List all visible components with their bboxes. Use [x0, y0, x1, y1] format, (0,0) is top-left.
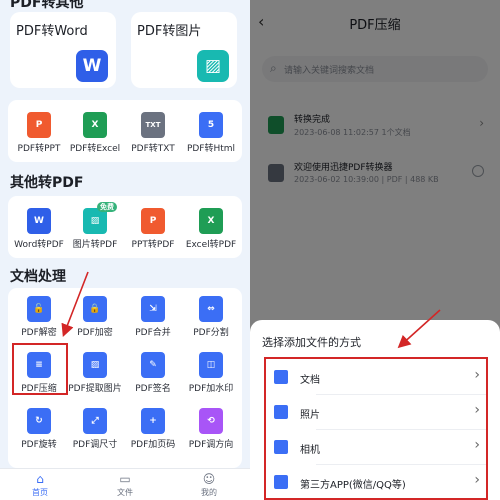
section-title-other-to-pdf: 其他转PDF: [10, 175, 84, 191]
tile-label: PDF合并: [135, 328, 171, 338]
ppt-icon: P: [27, 112, 51, 138]
tile-label: PDF加水印: [188, 384, 234, 394]
tab-home[interactable]: ⌂ 首页: [15, 472, 65, 498]
pdf-to-excel-tile[interactable]: X PDF转Excel: [64, 112, 126, 154]
sheet-title: 选择添加文件的方式: [262, 336, 361, 349]
page-number-icon: +: [141, 408, 165, 434]
pdf-to-txt-tile[interactable]: TXT PDF转TXT: [122, 112, 184, 154]
word-icon: W: [76, 50, 108, 82]
excel-icon: X: [83, 112, 107, 138]
other-to-pdf-panel: W Word转PDF ▨ 免费 图片转PDF P PPT转PDF X Excel…: [8, 196, 242, 258]
tile-label: PPT转PDF: [131, 240, 175, 250]
ppt-icon: P: [141, 208, 165, 234]
tile-label: PDF加密: [77, 328, 113, 338]
resize-icon: ⤢: [83, 408, 107, 434]
section-title-pdf-to-other: PDF转其他: [10, 0, 84, 11]
free-badge: 免费: [97, 202, 117, 212]
tile-label: Excel转PDF: [185, 240, 237, 250]
excel-to-pdf-tile[interactable]: X Excel转PDF: [180, 208, 242, 250]
image-icon-glyph: ▨: [90, 216, 100, 226]
pdf-to-ppt-tile[interactable]: P PDF转PPT: [8, 112, 70, 154]
extract-image-icon: ▨: [83, 352, 107, 378]
compress-highlight-box: [12, 343, 68, 395]
word-icon: W: [27, 208, 51, 234]
tile-label: PDF转TXT: [131, 144, 175, 154]
image-icon: ▨ 免费: [83, 202, 117, 234]
tile-label: PDF调尺寸: [72, 440, 118, 450]
excel-icon: X: [199, 208, 223, 234]
card-label: PDF转Word: [16, 24, 88, 39]
inbox-icon: ▭: [119, 472, 131, 486]
tab-label: 我的: [201, 488, 217, 497]
txt-icon: TXT: [141, 112, 165, 138]
merge-icon: ⇲: [141, 296, 165, 322]
tile-label: Word转PDF: [14, 240, 64, 250]
word-to-pdf-tile[interactable]: W Word转PDF: [8, 208, 70, 250]
tile-label: PDF转PPT: [17, 144, 61, 154]
card-label: PDF转图片: [137, 24, 202, 39]
lock-icon: 🔒: [83, 296, 107, 322]
image-icon: ▨: [197, 50, 229, 82]
options-highlight-box: [264, 357, 488, 500]
compress-screen: ‹ PDF压缩 ⌕ 请输入关键词搜索文档 转换完成 2023-06-08 11:…: [250, 0, 500, 500]
tile-label: PDF加页码: [130, 440, 176, 450]
convert-panel: P PDF转PPT X PDF转Excel TXT PDF转TXT 5 PDF转…: [8, 100, 242, 162]
tile-label: PDF提取图片: [68, 384, 122, 394]
rotate-icon: ↻: [27, 408, 51, 434]
tile-label: PDF转Html: [186, 144, 236, 154]
section-title-doc-processing: 文档处理: [10, 269, 66, 285]
pdf-rotate-tile[interactable]: ↻ PDF旋转: [8, 408, 70, 450]
tile-label: PDF解密: [21, 328, 57, 338]
html-icon: 5: [199, 112, 223, 138]
pdf-page-number-tile[interactable]: + PDF加页码: [122, 408, 184, 450]
pdf-encrypt-tile[interactable]: 🔒 PDF加密: [64, 296, 126, 338]
pdf-merge-tile[interactable]: ⇲ PDF合并: [122, 296, 184, 338]
bottom-tab-bar: ⌂ 首页 ▭ 文件 ☺ 我的: [0, 468, 250, 500]
pdf-resize-tile[interactable]: ⤢ PDF调尺寸: [64, 408, 126, 450]
pdf-orientation-tile[interactable]: ⟲ PDF调方向: [180, 408, 242, 450]
pdf-to-word-card[interactable]: PDF转Word W: [10, 12, 116, 88]
tile-label: PDF分割: [193, 328, 229, 338]
tab-label: 文件: [117, 488, 133, 497]
tile-label: PDF旋转: [21, 440, 57, 450]
tile-label: PDF调方向: [188, 440, 234, 450]
image-to-pdf-tile[interactable]: ▨ 免费 图片转PDF: [64, 202, 126, 250]
pdf-decrypt-tile[interactable]: 🔓 PDF解密: [8, 296, 70, 338]
pdf-extract-image-tile[interactable]: ▨ PDF提取图片: [64, 352, 126, 394]
tab-files[interactable]: ▭ 文件: [100, 472, 150, 498]
pdf-to-html-tile[interactable]: 5 PDF转Html: [180, 112, 242, 154]
tile-label: 图片转PDF: [72, 240, 118, 250]
unlock-icon: 🔓: [27, 296, 51, 322]
pdf-split-tile[interactable]: ⇔ PDF分割: [180, 296, 242, 338]
split-icon: ⇔: [199, 296, 223, 322]
ppt-to-pdf-tile[interactable]: P PPT转PDF: [122, 208, 184, 250]
tile-label: PDF签名: [135, 384, 171, 394]
pdf-sign-tile[interactable]: ✎ PDF签名: [122, 352, 184, 394]
tile-label: PDF转Excel: [69, 144, 121, 154]
home-icon: ⌂: [36, 472, 44, 486]
tab-label: 首页: [32, 488, 48, 497]
home-screen: PDF转其他 PDF转Word W PDF转图片 ▨ P PDF转PPT X P…: [0, 0, 250, 500]
tab-profile[interactable]: ☺ 我的: [184, 472, 234, 498]
watermark-icon: ◫: [199, 352, 223, 378]
pdf-watermark-tile[interactable]: ◫ PDF加水印: [180, 352, 242, 394]
add-file-sheet: 选择添加文件的方式 文档 › 照片 › 相机 › 第三方APP(微信/QQ等) …: [250, 320, 500, 500]
signature-icon: ✎: [141, 352, 165, 378]
orientation-icon: ⟲: [199, 408, 223, 434]
screenshot-root: PDF转其他 PDF转Word W PDF转图片 ▨ P PDF转PPT X P…: [0, 0, 500, 500]
profile-icon: ☺: [202, 472, 216, 486]
pdf-to-image-card[interactable]: PDF转图片 ▨: [131, 12, 237, 88]
